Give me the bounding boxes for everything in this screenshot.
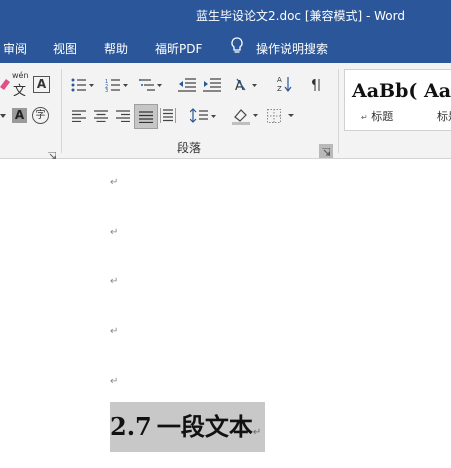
- increase-indent-icon[interactable]: [203, 78, 221, 92]
- multilevel-list-icon[interactable]: [139, 78, 163, 92]
- paragraph-mark: ↵: [110, 376, 119, 387]
- tab-view[interactable]: 视图: [53, 40, 77, 57]
- shading-icon[interactable]: [232, 107, 260, 125]
- dropdown-arrow-icon[interactable]: [0, 113, 6, 119]
- group-separator: [61, 69, 62, 153]
- svg-text:Z: Z: [277, 85, 282, 93]
- clear-format-icon[interactable]: [0, 77, 10, 91]
- heading-text: 一段文本: [156, 412, 253, 441]
- tell-me-search[interactable]: 操作说明搜索: [256, 40, 328, 57]
- sort-icon[interactable]: AZ: [277, 75, 293, 93]
- enclose-characters-button[interactable]: 字: [32, 107, 49, 124]
- font-dialog-launcher-icon[interactable]: [48, 145, 58, 160]
- paragraph-mark: ↵: [110, 276, 119, 287]
- chinese-layout-icon[interactable]: A: [235, 77, 261, 93]
- paragraph-group-label: 段落: [177, 141, 202, 155]
- align-center-icon[interactable]: [94, 110, 108, 122]
- style-heading-name: ↵ 标题: [361, 110, 394, 123]
- character-border-button[interactable]: A: [33, 76, 50, 93]
- selected-heading[interactable]: 2.7 一段文本↵: [110, 402, 266, 452]
- character-shading-button[interactable]: A: [12, 108, 27, 123]
- tab-foxit-pdf[interactable]: 福昕PDF: [155, 40, 202, 57]
- heading-number: 2.7: [110, 412, 152, 441]
- bullets-icon[interactable]: [71, 78, 95, 92]
- paragraph-mark: ↵: [110, 177, 119, 188]
- svg-text:A: A: [277, 76, 282, 84]
- ribbon-tabs: 审阅 视图 帮助 福昕PDF 操作说明搜索: [0, 30, 451, 63]
- phonetic-guide-button[interactable]: wén 文: [12, 71, 30, 99]
- title-bar: 蓝生毕设论文2.doc [兼容模式] - Word: [0, 0, 451, 30]
- paragraph-mark: ↵: [110, 326, 119, 337]
- style-heading2-name: 标是: [437, 110, 451, 123]
- lightbulb-icon[interactable]: [230, 37, 244, 55]
- window-title: 蓝生毕设论文2.doc [兼容模式] - Word: [196, 9, 405, 23]
- paragraph-dialog-launcher-icon[interactable]: [319, 144, 333, 158]
- svg-text:3: 3: [105, 88, 108, 92]
- ribbon: wén 文 A A 字 123 A AZ 段落 AaBb(↵ 标题 Aa 标: [0, 63, 451, 160]
- tab-help[interactable]: 帮助: [104, 40, 128, 57]
- line-spacing-icon[interactable]: [190, 108, 218, 124]
- tab-review[interactable]: 审阅: [3, 40, 27, 57]
- decrease-indent-icon[interactable]: [178, 78, 196, 92]
- distributed-icon[interactable]: [160, 108, 176, 123]
- paragraph-mark: ↵: [252, 427, 262, 438]
- numbering-icon[interactable]: 123: [105, 78, 129, 92]
- styles-gallery: AaBb( ↵ 标题 AaI 标是: [344, 69, 451, 131]
- phonetic-guide-pinyin: wén: [12, 71, 29, 80]
- show-hide-marks-icon[interactable]: [309, 77, 323, 93]
- paragraph-mark: ↵: [110, 227, 119, 238]
- style-heading2-sample[interactable]: AaI: [424, 80, 451, 102]
- align-right-icon[interactable]: [116, 110, 130, 122]
- document-page[interactable]: ↵ ↵ ↵ ↵ ↵ 2.7 一段文本↵: [0, 159, 451, 468]
- borders-icon[interactable]: [267, 109, 297, 123]
- phonetic-guide-char: 文: [13, 84, 27, 99]
- align-left-icon[interactable]: [72, 110, 86, 122]
- justify-button[interactable]: [134, 104, 158, 129]
- group-separator: [338, 69, 339, 153]
- style-heading-sample[interactable]: AaBb(: [352, 80, 417, 102]
